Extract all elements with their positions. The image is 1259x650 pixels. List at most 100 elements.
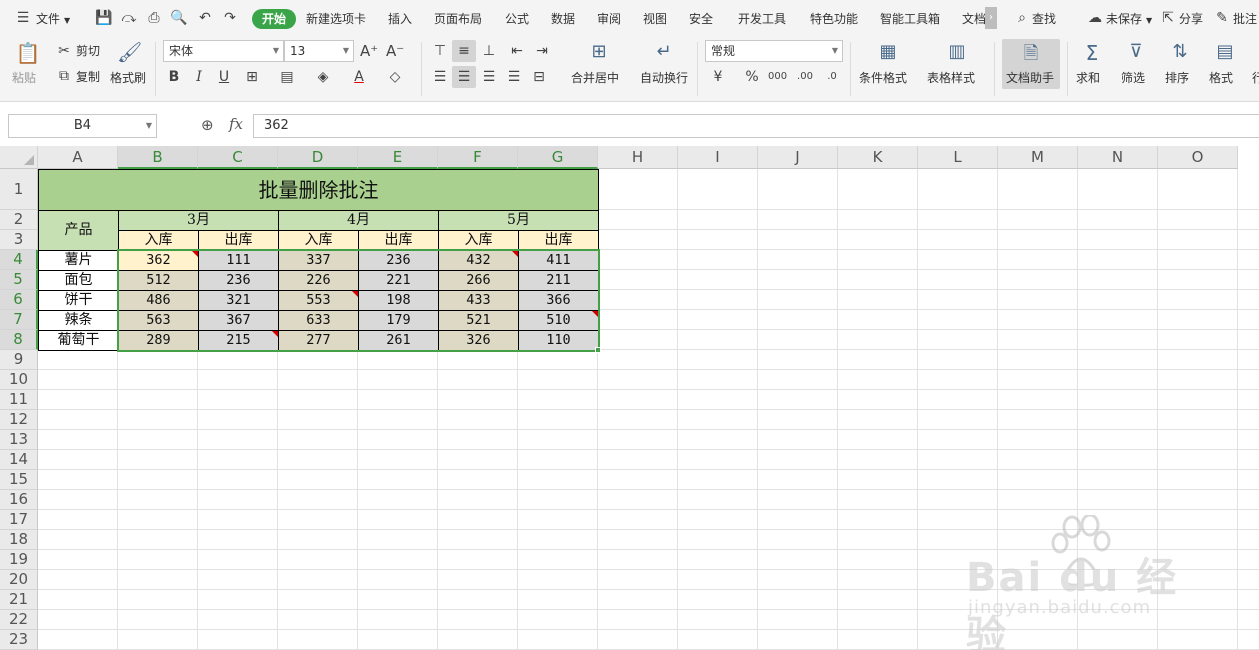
row-header-6[interactable]: 6 <box>0 290 38 310</box>
product-header-cell[interactable]: 产品 <box>38 210 119 251</box>
row-header-7[interactable]: 7 <box>0 310 38 330</box>
copy-icon[interactable]: ⧉ <box>56 67 72 85</box>
file-dropdown-icon[interactable]: ▼ <box>64 12 70 30</box>
undo-icon[interactable]: ↶ <box>196 9 214 27</box>
product-name-cell[interactable]: 辣条 <box>38 310 119 331</box>
format-button[interactable]: 格式 <box>1209 70 1233 86</box>
data-cell[interactable]: 362 <box>118 250 199 271</box>
data-cell[interactable]: 366 <box>518 290 599 311</box>
row-header-18[interactable]: 18 <box>0 530 38 550</box>
sub-header-cell[interactable]: 入库 <box>438 230 519 251</box>
formula-input[interactable]: 362 <box>253 114 1259 138</box>
data-cell[interactable]: 367 <box>198 310 279 331</box>
zoom-icon[interactable]: ⊕ <box>201 116 214 134</box>
data-cell[interactable]: 563 <box>118 310 199 331</box>
column-header-I[interactable]: I <box>678 146 758 169</box>
underline-icon[interactable]: U <box>216 68 232 86</box>
share-icon[interactable]: ⇱ <box>1159 9 1177 27</box>
data-cell[interactable]: 512 <box>118 270 199 291</box>
tab-view[interactable]: 视图 <box>643 10 667 28</box>
bold-icon[interactable]: B <box>166 68 182 86</box>
align-left-icon[interactable]: ☰ <box>431 68 449 86</box>
data-cell[interactable]: 261 <box>358 330 439 351</box>
tab-start[interactable]: 开始 <box>252 9 296 29</box>
column-header-G[interactable]: G <box>518 146 598 169</box>
wrap-text-icon[interactable]: ↵ <box>652 41 676 65</box>
cell-style-icon[interactable]: ▤ <box>278 68 296 86</box>
paste-icon[interactable]: 📋 <box>15 41 41 67</box>
align-middle-icon[interactable]: ≡ <box>455 42 473 60</box>
sum-button[interactable]: 求和 <box>1076 70 1100 86</box>
column-header-N[interactable]: N <box>1078 146 1158 169</box>
data-cell[interactable]: 553 <box>278 290 359 311</box>
number-format-select[interactable]: 常规 ▼ <box>705 40 843 62</box>
column-header-B[interactable]: B <box>118 146 198 169</box>
table-style-button[interactable]: 表格样式 <box>927 70 975 86</box>
tab-review[interactable]: 审阅 <box>597 10 621 28</box>
cut-icon[interactable]: ✂ <box>56 42 72 60</box>
tab-smart-tools[interactable]: 智能工具箱 <box>880 10 940 28</box>
data-cell[interactable]: 337 <box>278 250 359 271</box>
row-header-5[interactable]: 5 <box>0 270 38 290</box>
comment-indicator[interactable] <box>592 311 598 317</box>
data-cell[interactable]: 486 <box>118 290 199 311</box>
share-button[interactable]: 分享 <box>1179 10 1203 28</box>
product-name-cell[interactable]: 面包 <box>38 270 119 291</box>
file-menu[interactable]: 文件 <box>36 10 60 28</box>
fill-color-icon[interactable]: ◈ <box>314 68 332 86</box>
data-cell[interactable]: 277 <box>278 330 359 351</box>
distribute-icon[interactable]: ⊟ <box>530 68 548 86</box>
product-name-cell[interactable]: 薯片 <box>38 250 119 271</box>
filter-icon[interactable]: ⊽ <box>1124 41 1148 65</box>
data-cell[interactable]: 215 <box>198 330 279 351</box>
align-center-icon[interactable]: ☰ <box>455 68 473 86</box>
thousands-icon[interactable]: 000 <box>768 68 787 86</box>
column-header-M[interactable]: M <box>998 146 1078 169</box>
row-header-3[interactable]: 3 <box>0 230 38 250</box>
doc-helper-icon[interactable]: 🗎 <box>1019 41 1043 65</box>
column-header-A[interactable]: A <box>38 146 118 169</box>
copy-button[interactable]: 复制 <box>76 69 100 85</box>
format-painter-icon[interactable]: 🖌 <box>117 40 142 66</box>
row-header-20[interactable]: 20 <box>0 570 38 590</box>
product-name-cell[interactable]: 葡萄干 <box>38 330 119 351</box>
tabs-scroll-right-icon[interactable]: › <box>985 7 997 29</box>
sub-header-cell[interactable]: 出库 <box>518 230 599 251</box>
comment-indicator[interactable] <box>192 251 198 257</box>
product-name-cell[interactable]: 饼干 <box>38 290 119 311</box>
data-cell[interactable]: 289 <box>118 330 199 351</box>
search-button[interactable]: 查找 <box>1032 10 1056 28</box>
increase-indent-icon[interactable]: ⇥ <box>533 42 551 60</box>
font-name-select[interactable]: 宋体 ▼ <box>163 40 284 62</box>
data-cell[interactable]: 266 <box>438 270 519 291</box>
row-header-16[interactable]: 16 <box>0 490 38 510</box>
merge-center-icon[interactable]: ⊞ <box>587 41 611 65</box>
font-color-icon[interactable]: A <box>350 68 368 86</box>
doc-helper-button[interactable]: 文档助手 <box>1006 70 1054 86</box>
increase-font-icon[interactable]: A⁺ <box>360 42 378 60</box>
row-header-21[interactable]: 21 <box>0 590 38 610</box>
comment-indicator[interactable] <box>352 291 358 297</box>
percent-icon[interactable]: % <box>743 68 761 86</box>
select-all-corner[interactable] <box>0 146 38 169</box>
column-header-E[interactable]: E <box>358 146 438 169</box>
decrease-font-icon[interactable]: A⁻ <box>386 42 404 60</box>
border-icon[interactable]: ⊞ <box>243 68 261 86</box>
print-icon[interactable]: ⎙ <box>145 9 163 27</box>
redo-icon[interactable]: ↷ <box>221 9 239 27</box>
data-cell[interactable]: 321 <box>198 290 279 311</box>
comment-indicator[interactable] <box>512 251 518 257</box>
row-header-15[interactable]: 15 <box>0 470 38 490</box>
data-cell[interactable]: 432 <box>438 250 519 271</box>
row-header-4[interactable]: 4 <box>0 250 38 270</box>
merge-center-button[interactable]: 合并居中 <box>571 70 619 86</box>
comment-button[interactable]: 批注 <box>1233 10 1257 28</box>
conditional-format-icon[interactable]: ▦ <box>876 41 900 65</box>
month-header-cell[interactable]: 3月 <box>118 210 279 231</box>
data-cell[interactable]: 226 <box>278 270 359 291</box>
tab-formula[interactable]: 公式 <box>505 10 529 28</box>
row-header-23[interactable]: 23 <box>0 630 38 650</box>
tab-new[interactable]: 新建选项卡 <box>306 10 366 28</box>
data-cell[interactable]: 198 <box>358 290 439 311</box>
row-header-8[interactable]: 8 <box>0 330 38 350</box>
